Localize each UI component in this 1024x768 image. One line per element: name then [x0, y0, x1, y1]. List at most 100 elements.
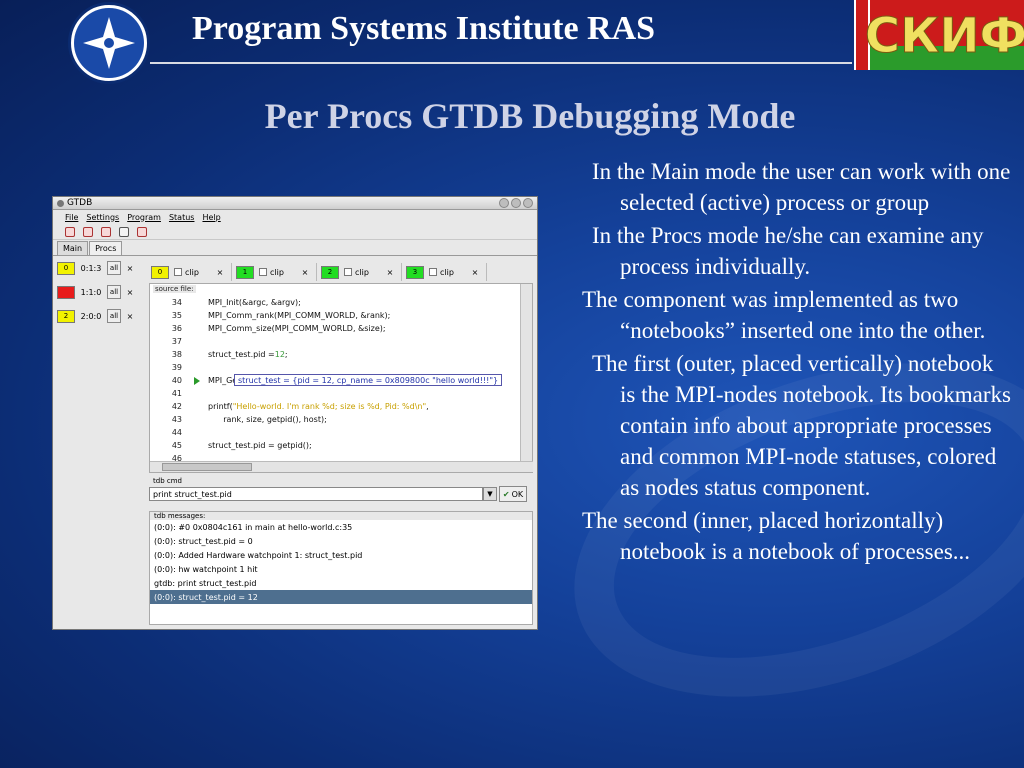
source-line[interactable]: 35 MPI_Comm_rank(MPI_COMM_WORLD, &rank); — [150, 309, 520, 322]
process-status-badge: 1 — [236, 265, 254, 279]
bullet-item: The second (inner, placed horizontally) … — [582, 508, 971, 564]
source-line[interactable]: 45 struct_test.pid = getpid(); — [150, 439, 520, 452]
source-line[interactable]: 34 MPI_Init(&argc, &argv); — [150, 296, 520, 309]
gtdb-window: GTDB File Settings Program Status Help M… — [52, 196, 538, 630]
current-line-arrow-icon — [194, 376, 200, 385]
message-row[interactable]: gtdb: print struct_test.pid — [150, 576, 532, 590]
compass-star-icon — [83, 17, 135, 69]
node-rank: 0:1:3 — [80, 263, 102, 273]
node-rank: 1:1:0 — [80, 287, 102, 297]
clip-checkbox[interactable] — [344, 268, 352, 276]
mode-tabs: Main Procs — [53, 240, 537, 256]
stop-icon[interactable] — [137, 226, 147, 237]
ok-icon: ✔ — [502, 489, 510, 499]
process-tab[interactable]: 3 clip × — [404, 263, 487, 281]
skif-logo-text: СКИФ — [865, 8, 1024, 64]
clip-checkbox[interactable] — [429, 268, 437, 276]
toolbar — [53, 224, 537, 240]
source-line[interactable]: 42 printf("Hello-world. I'm rank %d; size… — [150, 400, 520, 413]
message-row[interactable]: (0:0): Added Hardware watchpoint 1: stru… — [150, 548, 532, 562]
source-line[interactable]: 38 struct_test.pid = 12; — [150, 348, 520, 361]
bullet-item: In the Procs mode he/she can examine any… — [592, 223, 984, 279]
skif-logo: СКИФ — [854, 0, 1024, 70]
institute-title: Program Systems Institute RAS — [192, 10, 656, 47]
window-titlebar[interactable]: GTDB — [53, 197, 537, 210]
step-icon[interactable] — [83, 226, 93, 237]
run-icon[interactable] — [65, 226, 75, 237]
node-all-button[interactable]: all — [107, 261, 121, 275]
window-title: GTDB — [67, 198, 93, 208]
menu-status[interactable]: Status — [169, 213, 195, 222]
node-status-badge: 0 — [57, 261, 75, 275]
source-line[interactable]: 41 — [150, 387, 520, 400]
message-row[interactable]: (0:0): hw watchpoint 1 hit — [150, 562, 532, 576]
node-close-icon[interactable]: × — [121, 288, 139, 297]
node-tab[interactable]: 2 2:0:0 all × — [57, 307, 147, 325]
process-close-icon[interactable]: × — [383, 268, 397, 277]
source-line[interactable]: 43 rank, size, getpid(), host); — [150, 413, 520, 426]
messages-panel: tdb messages: (0:0): #0 0x0804c161 in ma… — [149, 511, 533, 625]
header-divider — [150, 62, 852, 64]
source-line[interactable]: 44 — [150, 426, 520, 439]
chevron-down-icon[interactable]: ▼ — [483, 487, 497, 501]
menu-bar: File Settings Program Status Help — [53, 210, 537, 224]
tab-procs[interactable]: Procs — [89, 241, 123, 255]
next-icon[interactable] — [101, 226, 111, 237]
message-row[interactable]: (0:0): struct_test.pid = 0 — [150, 534, 532, 548]
tab-main[interactable]: Main — [57, 241, 89, 255]
bullet-item: The first (outer, placed vertically) not… — [592, 351, 1011, 500]
node-tab[interactable]: 1 1:1:0 all × — [57, 283, 147, 301]
process-close-icon[interactable]: × — [468, 268, 482, 277]
process-close-icon[interactable]: × — [298, 268, 312, 277]
process-status-badge: 3 — [406, 265, 424, 279]
source-line[interactable]: 36 MPI_Comm_size(MPI_COMM_WORLD, &size); — [150, 322, 520, 335]
source-label: source file: — [153, 285, 196, 293]
node-all-button[interactable]: all — [107, 285, 121, 299]
maximize-button[interactable] — [511, 198, 521, 208]
node-status-badge: 2 — [57, 309, 75, 323]
scroll-thumb[interactable] — [162, 463, 252, 471]
variable-tooltip: struct_test = {pid = 12, cp_name = 0x809… — [234, 374, 503, 386]
institute-logo — [68, 2, 150, 84]
source-code-view[interactable]: 34 MPI_Init(&argc, &argv); 35 MPI_Comm_ran… — [150, 296, 520, 462]
process-tab[interactable]: 0 clip × — [149, 263, 232, 281]
minimize-button[interactable] — [499, 198, 509, 208]
message-row[interactable]: (0:0): #0 0x0804c161 in main at hello-wo… — [150, 520, 532, 534]
ok-label: OK — [511, 489, 524, 499]
ok-button[interactable]: ✔ OK — [499, 486, 527, 502]
clip-label: clip — [440, 267, 454, 277]
process-tab[interactable]: 1 clip × — [234, 263, 317, 281]
clip-label: clip — [355, 267, 369, 277]
clip-checkbox[interactable] — [259, 268, 267, 276]
bullet-item: In the Main mode the user can work with … — [592, 159, 1011, 215]
node-tab[interactable]: 0 0:1:3 all × — [57, 259, 147, 277]
source-vertical-scrollbar[interactable] — [520, 284, 532, 462]
source-horizontal-scrollbar[interactable] — [150, 461, 533, 472]
node-close-icon[interactable]: × — [121, 312, 139, 321]
process-tab[interactable]: 2 clip × — [319, 263, 402, 281]
slide-title: Per Procs GTDB Debugging Mode — [264, 96, 796, 136]
message-row-selected[interactable]: (0:0): struct_test.pid = 12 — [150, 590, 532, 604]
finish-icon[interactable] — [119, 226, 129, 237]
source-line[interactable]: 39 — [150, 361, 520, 374]
clip-checkbox[interactable] — [174, 268, 182, 276]
process-tabs: 0 clip × 1 clip × 2 clip × 3 clip × — [149, 263, 489, 281]
messages-label: tdb messages: — [150, 512, 532, 520]
node-close-icon[interactable]: × — [121, 264, 139, 273]
menu-program[interactable]: Program — [127, 213, 161, 222]
process-close-icon[interactable]: × — [213, 268, 227, 277]
node-rank: 2:0:0 — [80, 311, 102, 321]
menu-file[interactable]: File — [65, 213, 78, 222]
source-line[interactable]: 37 — [150, 335, 520, 348]
command-label: tdb cmd — [153, 477, 182, 485]
command-panel: tdb cmd print struct_test.pid ▼ ✔ OK — [149, 477, 533, 507]
window-icon — [57, 199, 64, 207]
menu-settings[interactable]: Settings — [86, 213, 119, 222]
clip-label: clip — [185, 267, 199, 277]
node-status-badge: 1 — [57, 285, 75, 299]
menu-help[interactable]: Help — [202, 213, 220, 222]
node-all-button[interactable]: all — [107, 309, 121, 323]
command-input[interactable]: print struct_test.pid — [149, 487, 483, 501]
bullet-item: The component was implemented as two “no… — [582, 287, 986, 343]
close-button[interactable] — [523, 198, 533, 208]
